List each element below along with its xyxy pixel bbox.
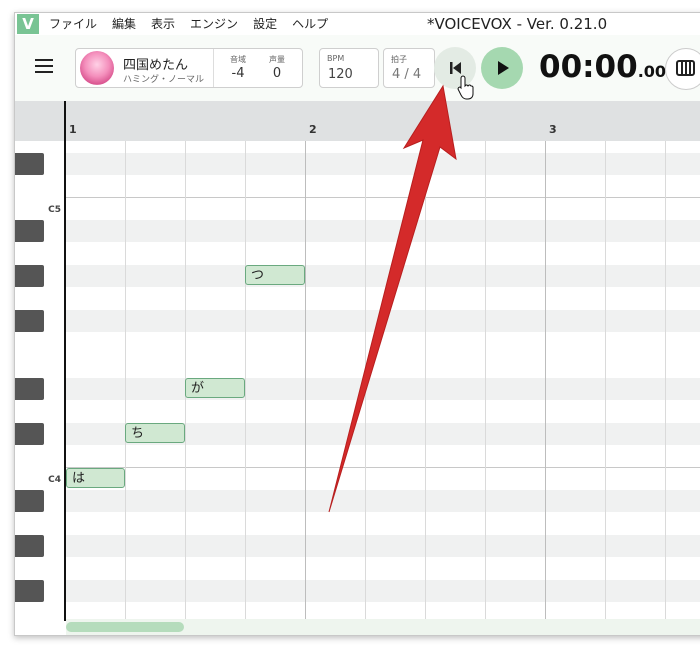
hand-cursor-icon bbox=[457, 75, 474, 100]
annotation-overlay bbox=[328, 75, 474, 513]
annotation-arrow bbox=[328, 84, 457, 513]
